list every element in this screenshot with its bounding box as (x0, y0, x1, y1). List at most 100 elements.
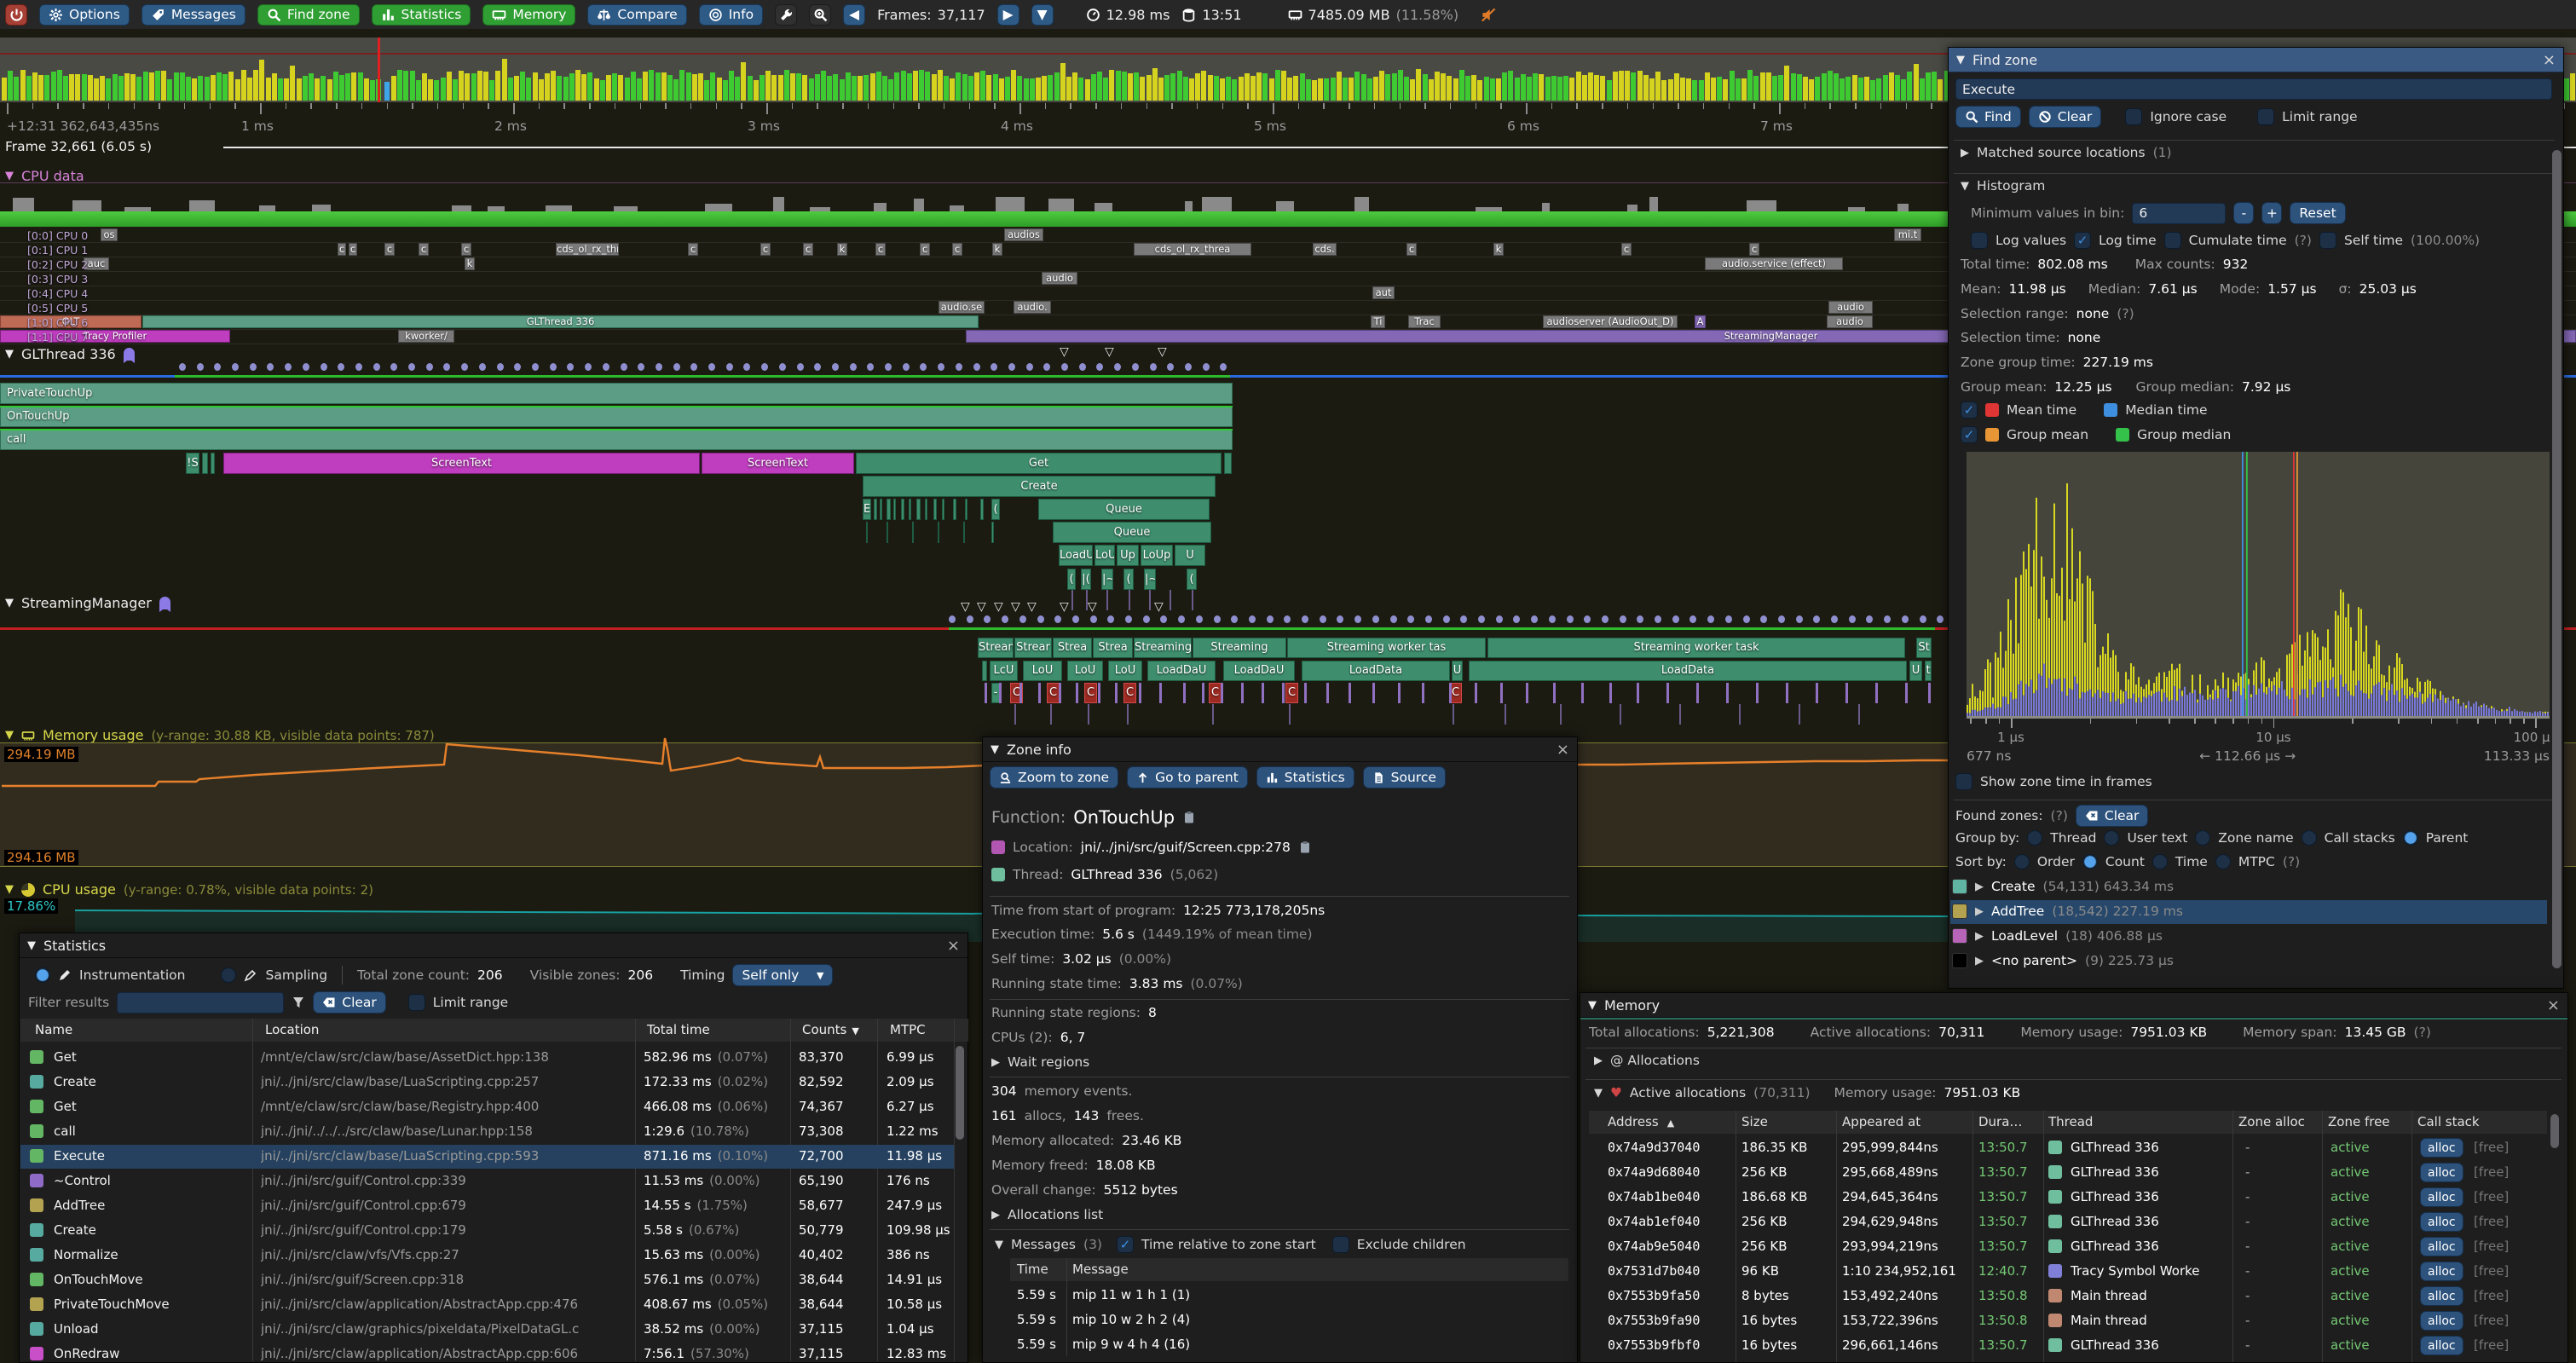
clipboard-icon[interactable] (1182, 811, 1196, 824)
ignore-case-label[interactable]: Ignore case (2150, 109, 2227, 124)
active-allocations-row[interactable]: ▼ ♥ Active allocations (70,311) Memory u… (1594, 1085, 2020, 1100)
found-zone-group[interactable]: ▶AddTree(18,542) 227.19 ms (1952, 904, 2183, 919)
matched-locations-row[interactable]: ▶ Matched source locations (1) (1961, 145, 2172, 160)
clear-found-button[interactable]: Clear (2076, 805, 2149, 827)
thread-value[interactable]: GLThread 336 (1071, 867, 1162, 882)
allocation-row[interactable]: 0x74ab1ef040256 KB294,629,948ns13:50.7GL… (1580, 1214, 2547, 1238)
column-header-location[interactable]: Location (265, 1022, 319, 1037)
cumulate-time-checkbox[interactable] (2164, 232, 2181, 249)
sort-by-radio-time[interactable] (2152, 854, 2168, 869)
column-header-size[interactable]: Size (1741, 1114, 1768, 1129)
column-header-name[interactable]: Name (35, 1022, 72, 1037)
legend-label[interactable]: Group mean (2007, 427, 2088, 442)
table-row[interactable]: ~Controljni/../jni/src/guif/Control.cpp:… (20, 1173, 967, 1197)
group-by-radio-call-stacks[interactable] (2302, 830, 2317, 846)
msg-time[interactable]: 5.59 s (1017, 1312, 1056, 1327)
table-row[interactable]: Executejni/../jni/src/claw/base/LuaScrip… (20, 1148, 967, 1172)
table-row[interactable]: Createjni/../jni/src/guif/Control.cpp:17… (20, 1222, 967, 1246)
collapse-icon[interactable]: ▼ (1961, 180, 1969, 193)
msg-text[interactable]: mip 10 w 2 h 2 (4) (1072, 1312, 1190, 1327)
free-callstack-link[interactable]: [free] (2474, 1140, 2509, 1155)
instrumentation-label[interactable]: Instrumentation (79, 967, 185, 983)
free-callstack-link[interactable]: [free] (2474, 1288, 2509, 1303)
free-callstack-link[interactable]: [free] (2474, 1263, 2509, 1279)
clear-button[interactable]: Clear (2029, 106, 2102, 128)
alloc-callstack-button[interactable]: alloc (2420, 1138, 2463, 1158)
instrumentation-radio[interactable] (35, 967, 50, 983)
table-row[interactable]: Createjni/../jni/src/claw/base/LuaScript… (20, 1074, 967, 1098)
alloc-callstack-button[interactable]: alloc (2420, 1336, 2463, 1355)
free-callstack-link[interactable]: [free] (2474, 1214, 2509, 1229)
source-button[interactable]: Source (1363, 766, 1446, 788)
free-callstack-link[interactable]: [free] (2474, 1164, 2509, 1180)
column-header-thread[interactable]: Thread (2048, 1114, 2093, 1129)
expand-icon[interactable]: ▶ (1961, 147, 1969, 159)
expand-icon[interactable]: ▶ (1975, 881, 1984, 893)
column-header-zone-alloc[interactable]: Zone alloc (2238, 1114, 2305, 1129)
group-by-radio-parent[interactable] (2403, 830, 2418, 846)
column-header-total-time[interactable]: Total time (647, 1022, 710, 1037)
find-zone-histogram[interactable] (1967, 452, 2550, 716)
go-to-parent-button[interactable]: Go to parent (1127, 766, 1248, 788)
column-header-address[interactable]: Address▲ (1608, 1114, 1674, 1129)
exclude-children-checkbox[interactable] (1332, 1236, 1349, 1253)
table-row[interactable]: PrivateTouchMovejni/../jni/src/claw/appl… (20, 1297, 967, 1320)
close-icon[interactable]: × (1557, 741, 1569, 759)
table-row[interactable]: OnRedrawjni/../jni/src/claw/application/… (20, 1346, 967, 1363)
ignore-case-checkbox[interactable] (2125, 108, 2142, 125)
allocation-row[interactable]: 0x7553b9fa508 bytes153,492,240ns13:50.8M… (1580, 1288, 2547, 1312)
alloc-callstack-button[interactable]: alloc (2420, 1286, 2463, 1306)
clipboard-icon[interactable] (1298, 840, 1312, 854)
group-by-radio-zone-name[interactable] (2195, 830, 2210, 846)
allocation-row[interactable]: 0x74ab1be040186.68 KB294,645,364ns13:50.… (1580, 1189, 2547, 1213)
statistics-button[interactable]: Statistics (1256, 766, 1354, 788)
legend-label[interactable]: Mean time (2007, 402, 2076, 418)
collapse-icon[interactable]: ▼ (1594, 1087, 1603, 1100)
column-header-appeared-at[interactable]: Appeared at (1842, 1114, 1920, 1129)
legend-checkbox[interactable]: ✓ (1961, 401, 1978, 419)
table-row[interactable]: OnTouchMovejni/../jni/src/guif/Screen.cp… (20, 1272, 967, 1296)
allocation-row[interactable]: 0x7553b9fa9016 bytes153,722,396ns13:50.8… (1580, 1313, 2547, 1337)
allocation-row[interactable]: 0x74a9d68040256 KB295,668,489ns13:50.7GL… (1580, 1164, 2547, 1188)
memory-scrollbar[interactable] (2550, 1114, 2559, 1148)
memory-titlebar[interactable]: ▼ Memory × (1580, 993, 2567, 1018)
found-zone-group[interactable]: ▶Create(54,131) 643.34 ms (1952, 879, 2174, 894)
statistics-scrollbar[interactable] (956, 1046, 964, 1140)
table-row[interactable]: Get/mnt/e/claw/src/claw/base/Registry.hp… (20, 1099, 967, 1123)
statistics-titlebar[interactable]: ▼ Statistics × (20, 933, 967, 958)
table-row[interactable]: AddTreejni/../jni/src/guif/Control.cpp:6… (20, 1198, 967, 1222)
expand-icon[interactable]: ▶ (1975, 930, 1984, 943)
close-icon[interactable]: × (947, 937, 960, 955)
find-zone-titlebar[interactable]: ▼ Find zone × (1949, 48, 2563, 72)
allocation-row[interactable]: 0x7531d7b04096 KB1:10 234,952,16112:40.7… (1580, 1263, 2547, 1287)
free-callstack-link[interactable]: [free] (2474, 1337, 2509, 1353)
column-header-dura-[interactable]: Dura… (1978, 1114, 2022, 1129)
limit-range-label[interactable]: Limit range (2282, 109, 2357, 124)
alloc-callstack-button[interactable]: alloc (2420, 1212, 2463, 1232)
table-row[interactable]: Normalizejni/../jni/src/claw/vfs/Vfs.cpp… (20, 1247, 967, 1271)
funnel-icon[interactable] (292, 996, 305, 1009)
free-callstack-link[interactable]: [free] (2474, 1189, 2509, 1204)
table-row[interactable]: Get/mnt/e/claw/src/claw/base/AssetDict.h… (20, 1049, 967, 1073)
alloc-callstack-button[interactable]: alloc (2420, 1187, 2463, 1207)
limit-range-label[interactable]: Limit range (433, 995, 508, 1010)
function-value[interactable]: OnTouchUp (1073, 807, 1175, 828)
zone-info-titlebar[interactable]: ▼ Zone info × (983, 737, 1577, 762)
legend-checkbox[interactable]: ✓ (1961, 426, 1978, 443)
collapse-icon[interactable]: ▼ (995, 1239, 1003, 1251)
collapse-icon[interactable]: ▼ (27, 939, 36, 952)
collapse-icon[interactable]: ▼ (1588, 999, 1597, 1012)
found-zone-group[interactable]: ▶LoadLevel(18) 406.88 µs (1952, 928, 2163, 944)
expand-icon[interactable]: ▶ (1975, 905, 1984, 918)
relative-time-checkbox[interactable]: ✓ (1117, 1236, 1134, 1253)
msg-text[interactable]: mip 11 w 1 h 1 (1) (1072, 1287, 1190, 1302)
group-by-radio-user-text[interactable] (2104, 830, 2119, 846)
column-header-counts[interactable]: Counts▼ (802, 1022, 859, 1037)
zoom-to-zone-button[interactable]: Zoom to zone (990, 766, 1118, 788)
column-header-zone-free[interactable]: Zone free (2328, 1114, 2390, 1129)
close-icon[interactable]: × (2547, 996, 2560, 1014)
msg-time[interactable]: 5.59 s (1017, 1337, 1056, 1352)
column-header-mtpc[interactable]: MTPC (890, 1022, 926, 1037)
alloc-callstack-button[interactable]: alloc (2420, 1262, 2463, 1281)
self-time-checkbox[interactable] (2319, 232, 2336, 249)
